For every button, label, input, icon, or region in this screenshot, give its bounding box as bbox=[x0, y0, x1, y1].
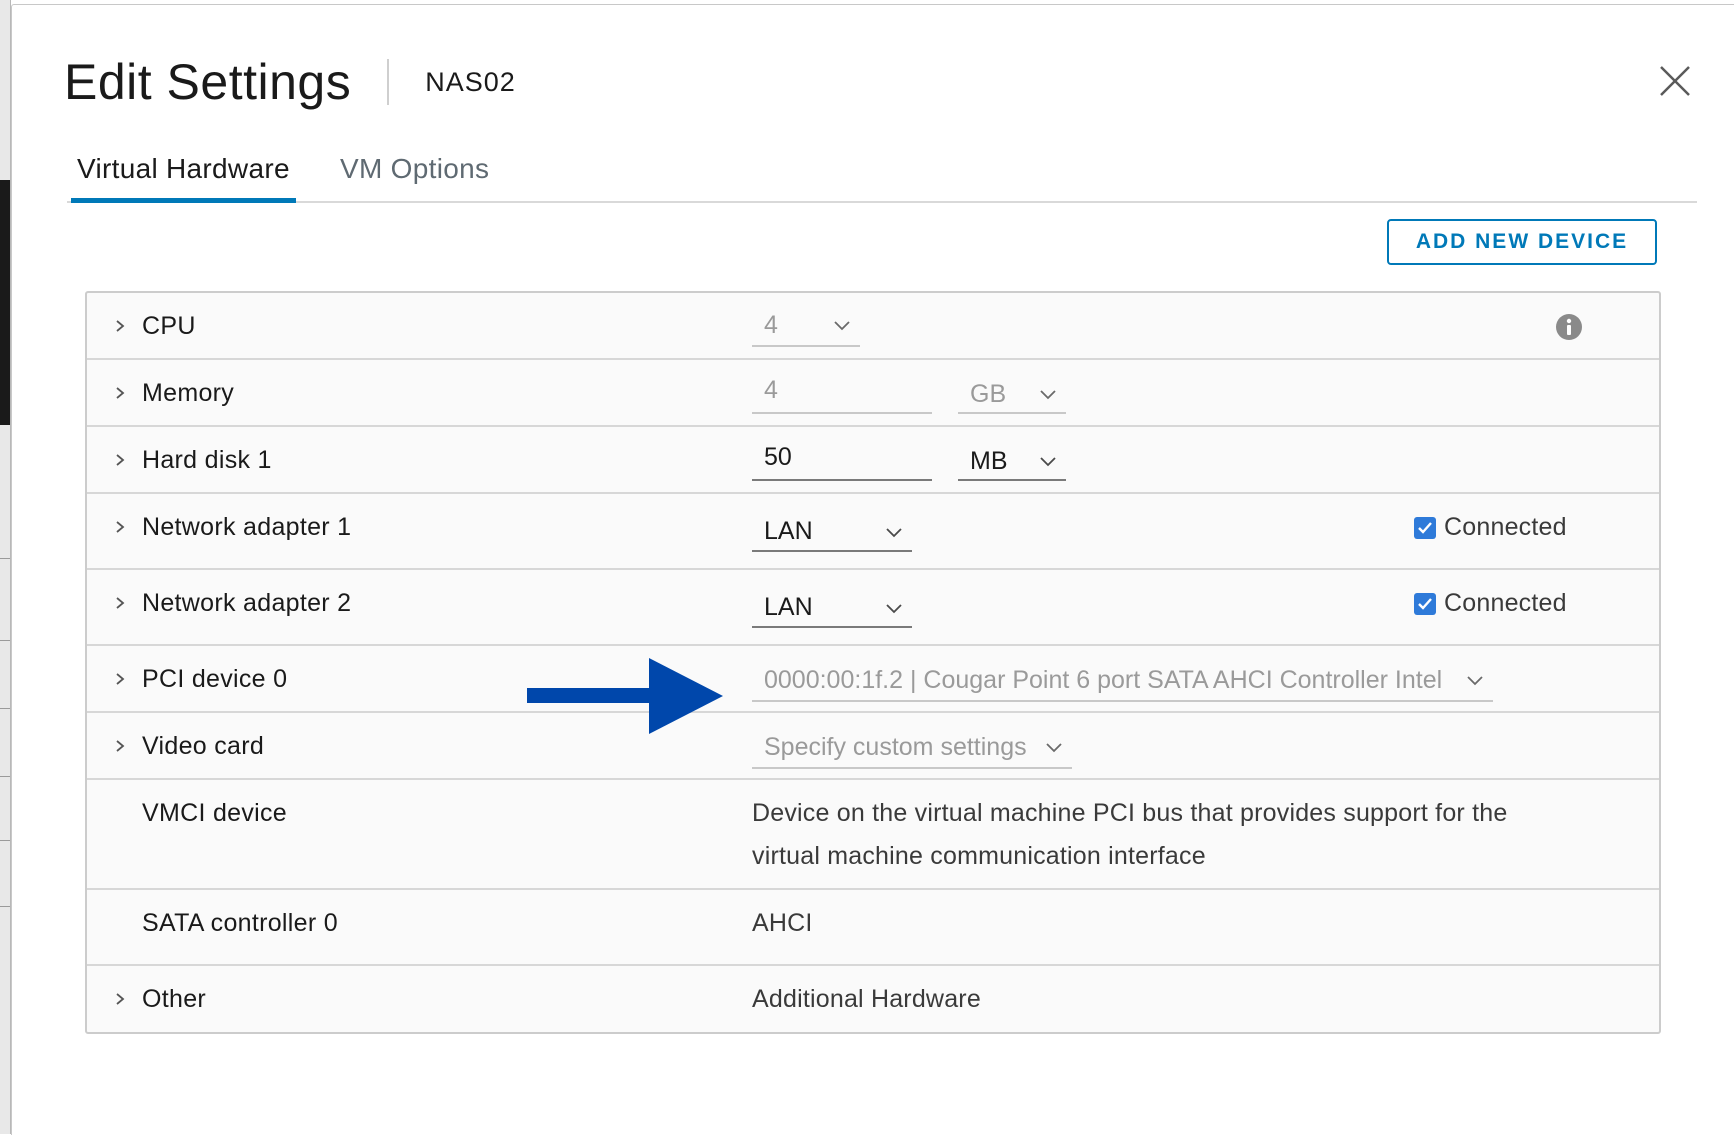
hardware-list: CPU 4 Memory 4 GB Hard disk 1 50 MB Netw… bbox=[85, 291, 1661, 1034]
row-label: PCI device 0 bbox=[142, 665, 288, 693]
disk-size-input[interactable]: 50 bbox=[752, 441, 932, 481]
background-divider bbox=[0, 776, 10, 777]
row-label: SATA controller 0 bbox=[142, 909, 338, 937]
hardware-row-cpu: CPU 4 bbox=[87, 293, 1659, 360]
cpu-count-select[interactable]: 4 bbox=[752, 307, 860, 347]
background-dark-panel bbox=[0, 180, 10, 425]
chevron-right-icon[interactable] bbox=[114, 993, 126, 1005]
hardware-row-pci-device: PCI device 0 0000:00:1f.2 | Cougar Point… bbox=[87, 646, 1659, 734]
connected-checkbox-1[interactable]: Connected bbox=[1414, 513, 1567, 542]
row-label: CPU bbox=[142, 312, 196, 340]
background-divider bbox=[0, 558, 10, 559]
hardware-row-other: Other Additional Hardware bbox=[87, 966, 1659, 1032]
chevron-down-icon bbox=[1046, 743, 1062, 753]
row-label: Network adapter 1 bbox=[142, 513, 352, 541]
hardware-row-network-adapter-2: Network adapter 2 LAN Connected bbox=[87, 570, 1659, 646]
chevron-right-icon[interactable] bbox=[114, 597, 126, 609]
chevron-right-icon[interactable] bbox=[114, 673, 126, 685]
connected-label: Connected bbox=[1444, 589, 1567, 617]
chevron-right-icon[interactable] bbox=[114, 320, 126, 332]
dialog-header: Edit Settings NAS02 bbox=[64, 47, 516, 117]
hardware-row-video-card: Video card Specify custom settings bbox=[87, 713, 1659, 780]
chevron-right-icon[interactable] bbox=[114, 387, 126, 399]
vmci-description-line-2: virtual machine communication interface bbox=[752, 842, 1206, 870]
hardware-row-sata-controller: SATA controller 0 AHCI bbox=[87, 890, 1659, 966]
chevron-down-icon bbox=[886, 528, 902, 538]
network-1-select[interactable]: LAN bbox=[752, 510, 912, 552]
tab-vm-options[interactable]: VM Options bbox=[340, 145, 489, 201]
chevron-down-icon bbox=[1040, 457, 1056, 467]
other-value: Additional Hardware bbox=[752, 985, 981, 1013]
chevron-right-icon[interactable] bbox=[114, 521, 126, 533]
add-new-device-button[interactable]: ADD NEW DEVICE bbox=[1387, 219, 1657, 265]
row-label: Hard disk 1 bbox=[142, 446, 272, 474]
title-divider bbox=[387, 59, 390, 105]
disk-unit-select[interactable]: MB bbox=[958, 441, 1066, 481]
chevron-down-icon bbox=[834, 321, 850, 331]
info-icon[interactable] bbox=[1555, 313, 1583, 341]
tab-virtual-hardware[interactable]: Virtual Hardware bbox=[71, 145, 296, 203]
vm-name: NAS02 bbox=[425, 66, 516, 97]
vmci-description-line-1: Device on the virtual machine PCI bus th… bbox=[752, 799, 1508, 827]
checkbox-checked-icon[interactable] bbox=[1414, 516, 1436, 539]
memory-unit-select[interactable]: GB bbox=[958, 374, 1066, 414]
row-label: Network adapter 2 bbox=[142, 589, 352, 617]
sata-type-value: AHCI bbox=[752, 909, 813, 937]
background-divider bbox=[0, 906, 10, 907]
row-label: Memory bbox=[142, 379, 235, 407]
hardware-row-hard-disk: Hard disk 1 50 MB bbox=[87, 427, 1659, 494]
connected-checkbox-2[interactable]: Connected bbox=[1414, 589, 1567, 618]
background-divider bbox=[0, 840, 10, 841]
background-app-edge bbox=[0, 0, 11, 1134]
tab-bar: Virtual Hardware VM Options bbox=[67, 145, 1697, 203]
chevron-down-icon bbox=[1467, 676, 1483, 686]
dialog-title: Edit Settings bbox=[64, 54, 352, 110]
close-icon[interactable] bbox=[1657, 63, 1693, 99]
background-divider bbox=[0, 640, 10, 641]
pci-device-select[interactable]: 0000:00:1f.2 | Cougar Point 6 port SATA … bbox=[752, 660, 1493, 702]
memory-size-input[interactable]: 4 bbox=[752, 374, 932, 414]
hardware-row-network-adapter-1: Network adapter 1 LAN Connected bbox=[87, 494, 1659, 570]
chevron-down-icon bbox=[886, 604, 902, 614]
row-label: VMCI device bbox=[142, 799, 288, 827]
chevron-right-icon[interactable] bbox=[114, 454, 126, 466]
checkbox-checked-icon[interactable] bbox=[1414, 592, 1436, 615]
row-label: Video card bbox=[142, 732, 265, 760]
row-label: Other bbox=[142, 985, 207, 1013]
chevron-down-icon bbox=[1040, 390, 1056, 400]
connected-label: Connected bbox=[1444, 513, 1567, 541]
background-divider bbox=[0, 708, 10, 709]
video-card-select[interactable]: Specify custom settings bbox=[752, 727, 1072, 769]
chevron-right-icon[interactable] bbox=[114, 740, 126, 752]
network-2-select[interactable]: LAN bbox=[752, 586, 912, 628]
edit-settings-dialog: Edit Settings NAS02 Virtual Hardware VM … bbox=[11, 4, 1734, 1135]
hardware-row-memory: Memory 4 GB bbox=[87, 360, 1659, 427]
hardware-row-vmci-device: VMCI device Device on the virtual machin… bbox=[87, 780, 1659, 890]
